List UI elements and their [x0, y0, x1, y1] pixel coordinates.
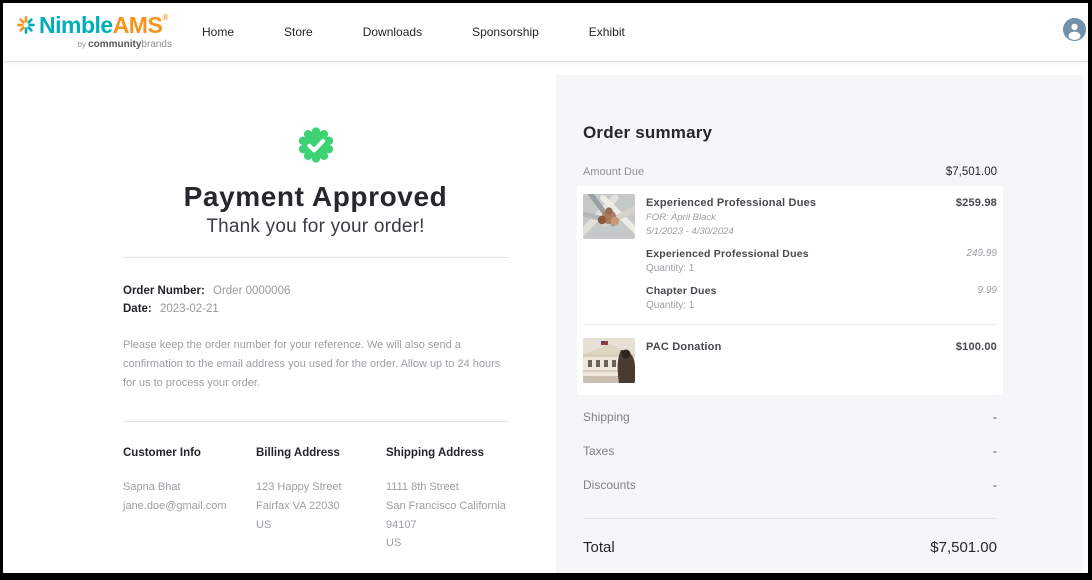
shipping-address-header: Shipping Address: [386, 447, 508, 459]
billing-line: US: [256, 516, 386, 535]
billing-line: Fairfax VA 22030: [256, 497, 386, 516]
shipping-line: 1111 8th Street: [386, 478, 508, 497]
item-period-line: 5/1/2023 - 4/30/2024: [646, 226, 997, 237]
item-title: PAC Donation: [646, 341, 722, 353]
subitem-title: Experienced Professional Dues: [646, 248, 809, 260]
confirmation-section: Payment Approved Thank you for your orde…: [3, 62, 556, 573]
brand-name-secondary: AMS: [113, 14, 163, 37]
taxes-row: Taxes -: [583, 444, 997, 458]
subitem-title: Chapter Dues: [646, 285, 717, 297]
total-label: Total: [583, 539, 615, 556]
taxes-value: -: [993, 444, 997, 458]
payment-approved-check-icon: [297, 151, 335, 168]
confirmation-note: Please keep the order number for your re…: [123, 336, 508, 394]
product-thumbnail-capitol: [583, 338, 635, 383]
spark-logo-icon: [16, 15, 36, 39]
shipping-label: Shipping: [583, 410, 630, 424]
nav-item-exhibit[interactable]: Exhibit: [589, 25, 625, 39]
order-number-label: Order Number:: [123, 285, 205, 297]
order-number-value: Order 0000006: [213, 285, 290, 297]
subitem-quantity: Quantity: 1: [646, 300, 717, 311]
customer-name: Sapna Bhat: [123, 478, 256, 497]
shipping-line: 94107: [386, 516, 508, 535]
customer-info-column: Customer Info Sapna Bhat jane.doe@gmail.…: [123, 447, 256, 553]
order-date-value: 2023-02-21: [160, 303, 219, 315]
item-for-line: FOR: April Black: [646, 212, 997, 223]
customer-info-header: Customer Info: [123, 447, 256, 459]
main-navigation: Home Store Downloads Sponsorship Exhibit: [202, 25, 625, 39]
brand-logo[interactable]: NimbleAMS® by communitybrands: [16, 14, 176, 50]
order-items-card: Experienced Professional Dues $259.98 FO…: [577, 186, 1003, 395]
total-row: Total $7,501.00: [583, 539, 997, 556]
amount-due-label: Amount Due: [583, 166, 644, 178]
divider: [583, 518, 997, 519]
divider: [583, 324, 997, 325]
order-subitem: Experienced Professional Dues Quantity: …: [646, 248, 997, 274]
user-avatar-icon[interactable]: [1063, 18, 1086, 41]
discounts-label: Discounts: [583, 478, 636, 492]
order-item-body: Experienced Professional Dues $259.98 FO…: [646, 194, 997, 311]
order-date-label: Date:: [123, 303, 152, 315]
order-item-body: PAC Donation $100.00: [646, 338, 997, 353]
divider: [123, 421, 508, 422]
billing-line: 123 Happy Street: [256, 478, 386, 497]
item-price: $259.98: [956, 197, 997, 209]
discounts-row: Discounts -: [583, 478, 997, 492]
billing-address-header: Billing Address: [256, 447, 386, 459]
payment-approved-title: Payment Approved: [123, 181, 508, 213]
order-item: PAC Donation $100.00: [583, 338, 997, 383]
thank-you-subtitle: Thank you for your order!: [123, 216, 508, 238]
nav-item-home[interactable]: Home: [202, 25, 234, 39]
product-thumbnail-hands: [583, 194, 635, 239]
amount-due-row: Amount Due $7,501.00: [583, 166, 997, 178]
subitem-price: 9.99: [978, 285, 997, 311]
item-price: $100.00: [956, 341, 997, 353]
shipping-row: Shipping -: [583, 410, 997, 424]
top-navbar: NimbleAMS® by communitybrands Home Store…: [3, 3, 1088, 62]
subitem-price: 249.99: [966, 248, 997, 274]
address-columns: Customer Info Sapna Bhat jane.doe@gmail.…: [123, 447, 508, 553]
order-meta: Order Number: Order 0000006 Date: 2023-0…: [123, 283, 508, 319]
divider: [123, 257, 508, 258]
amount-due-value: $7,501.00: [946, 166, 997, 178]
shipping-line: US: [386, 534, 508, 553]
shipping-value: -: [993, 410, 997, 424]
main-content: Payment Approved Thank you for your orde…: [3, 62, 1088, 573]
subitem-quantity: Quantity: 1: [646, 263, 809, 274]
billing-address-column: Billing Address 123 Happy Street Fairfax…: [256, 447, 386, 553]
shipping-address-column: Shipping Address 1111 8th Street San Fra…: [386, 447, 508, 553]
brand-name-primary: Nimble: [39, 14, 113, 37]
order-item: Experienced Professional Dues $259.98 FO…: [583, 194, 997, 311]
order-summary-title: Order summary: [583, 123, 997, 143]
taxes-label: Taxes: [583, 444, 614, 458]
order-subitem: Chapter Dues Quantity: 1 9.99: [646, 285, 997, 311]
discounts-value: -: [993, 478, 997, 492]
nav-item-store[interactable]: Store: [284, 25, 313, 39]
brand-tagline: by communitybrands: [16, 40, 176, 50]
page-frame: NimbleAMS® by communitybrands Home Store…: [0, 0, 1092, 580]
nav-item-sponsorship[interactable]: Sponsorship: [472, 25, 539, 39]
order-summary-panel: Order summary Amount Due $7,501.00: [556, 75, 1083, 573]
registered-mark: ®: [162, 14, 168, 22]
item-title: Experienced Professional Dues: [646, 197, 816, 209]
customer-email: jane.doe@gmail.com: [123, 497, 256, 516]
nav-item-downloads[interactable]: Downloads: [363, 25, 422, 39]
shipping-line: San Francisco California: [386, 497, 508, 516]
total-value: $7,501.00: [930, 539, 997, 556]
